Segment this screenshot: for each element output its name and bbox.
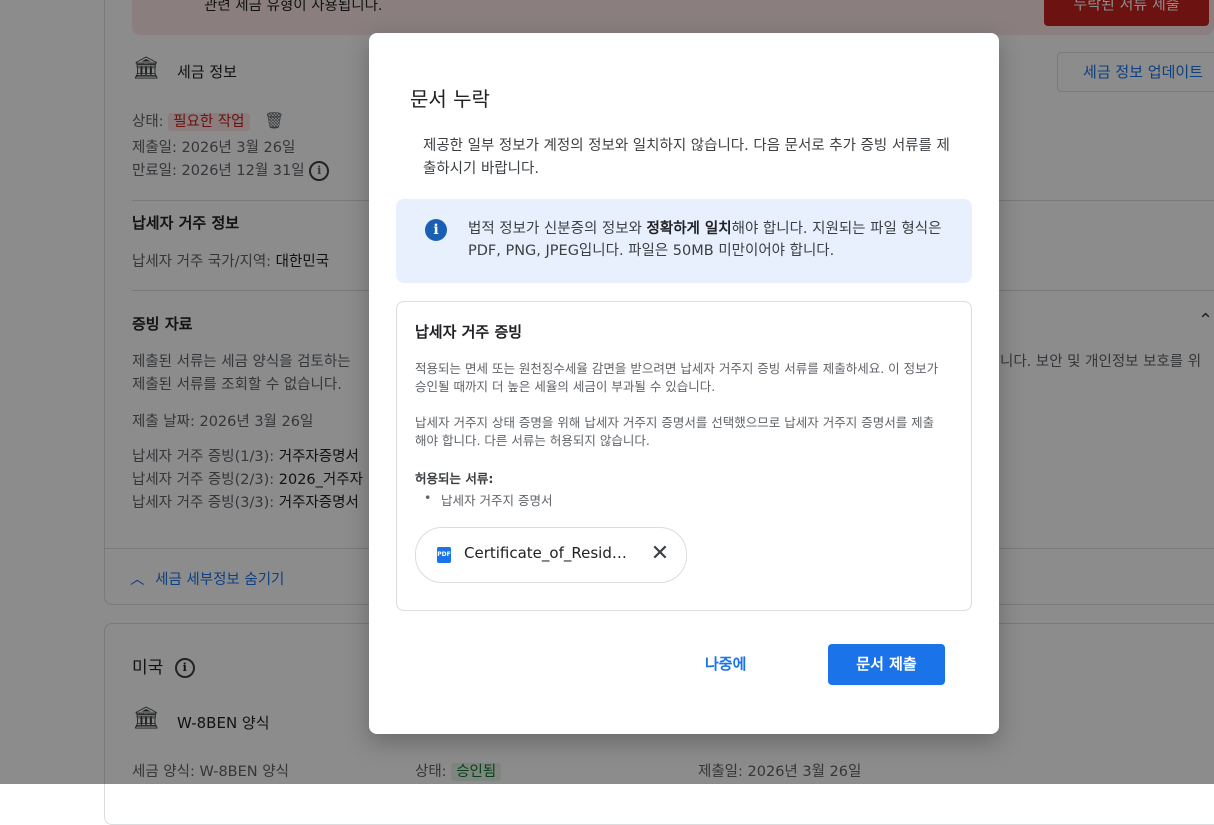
section-title: 납세자 거주 증빙 bbox=[415, 323, 523, 341]
allowed-doc-item: 납세자 거주지 증명서 bbox=[424, 490, 553, 509]
file-name: Certificate_of_Reside… bbox=[464, 544, 632, 562]
info-text: 법적 정보가 신분증의 정보와 정확하게 일치해야 합니다. 지원되는 파일 형… bbox=[468, 218, 958, 262]
info-text-bold: 정확하게 일치 bbox=[646, 221, 732, 237]
later-button[interactable]: 나중에 bbox=[705, 653, 746, 674]
info-text-pre: 법적 정보가 신분증의 정보와 bbox=[468, 221, 647, 237]
info-icon: i bbox=[425, 219, 447, 241]
allowed-docs-label: 허용되는 서류: bbox=[415, 471, 494, 486]
submit-document-button[interactable]: 문서 제출 bbox=[828, 644, 945, 685]
residence-proof-section: 납세자 거주 증빙 적용되는 면세 또는 원천징수세율 감면을 받으려면 납세자… bbox=[396, 301, 972, 611]
uploaded-file-chip[interactable]: PDF Certificate_of_Reside… ✕ bbox=[415, 527, 687, 583]
missing-documents-dialog: 문서 누락 제공한 일부 정보가 계정의 정보와 일치하지 않습니다. 다음 문… bbox=[369, 33, 999, 734]
section-paragraph-2: 납세자 거주지 상태 증명을 위해 납세자 거주지 증명서를 선택했으므로 납세… bbox=[415, 415, 935, 448]
dialog-title: 문서 누락 bbox=[410, 87, 490, 111]
section-paragraph-1: 적용되는 면세 또는 원천징수세율 감면을 받으려면 납세자 거주지 증빙 서류… bbox=[415, 361, 939, 394]
allowed-doc-label: 납세자 거주지 증명서 bbox=[441, 493, 553, 508]
dialog-description: 제공한 일부 정보가 계정의 정보와 일치하지 않습니다. 다음 문서로 추가 … bbox=[423, 138, 950, 177]
close-icon[interactable]: ✕ bbox=[647, 541, 673, 567]
pdf-file-icon: PDF bbox=[437, 547, 451, 563]
info-callout: i 법적 정보가 신분증의 정보와 정확하게 일치해야 합니다. 지원되는 파일… bbox=[396, 199, 972, 283]
